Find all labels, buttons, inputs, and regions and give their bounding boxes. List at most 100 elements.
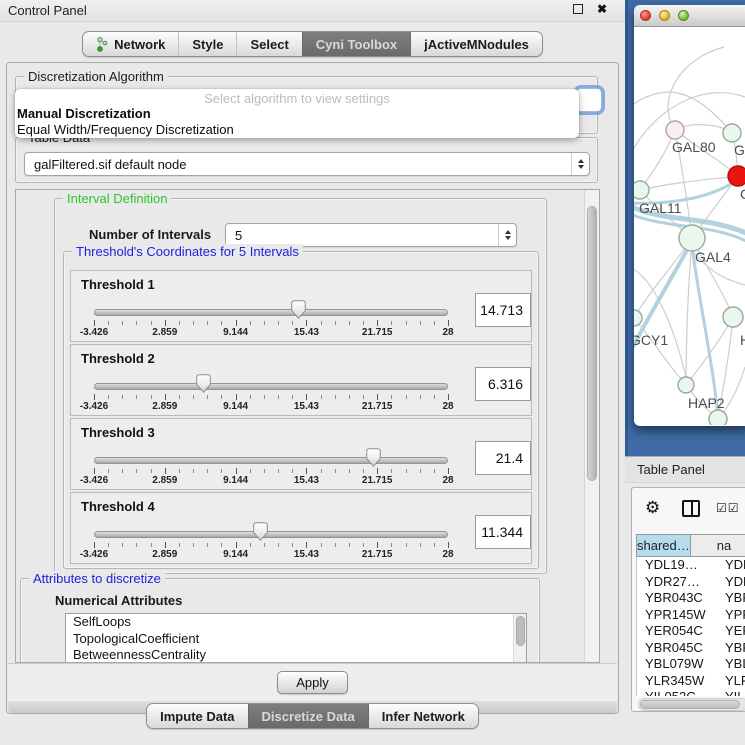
network-node[interactable]	[723, 307, 743, 327]
split-columns-icon[interactable]	[682, 500, 700, 517]
minimize-traffic-light-icon[interactable]	[659, 10, 670, 21]
combobox-stepper-icon[interactable]	[498, 224, 516, 246]
attribute-item[interactable]: BetweennessCentrality	[66, 647, 526, 663]
attributes-group: Attributes to discretize Numerical Attri…	[20, 578, 540, 663]
tab-label: Style	[192, 37, 223, 52]
threshold-slider[interactable]: -3.4262.8599.14415.4321.71528	[94, 271, 448, 343]
thresholds-group: Threshold's Coordinates for 5 Intervals …	[63, 251, 539, 569]
threshold-slider[interactable]: -3.4262.8599.14415.4321.71528	[94, 493, 448, 565]
threshold-value-input[interactable]	[475, 441, 531, 475]
table-cell: YBR0	[711, 640, 745, 657]
dropdown-hint: Select algorithm to view settings	[15, 89, 579, 106]
settings-scrollbar[interactable]	[584, 190, 599, 662]
interval-definition-group: Interval Definition Number of Intervals …	[54, 198, 547, 574]
network-node[interactable]	[723, 124, 741, 142]
table-cell: YBR0	[711, 590, 745, 607]
table-row[interactable]: YLR345WYLR3	[637, 673, 745, 690]
bottom-tab-bar: Impute Data Discretize Data Infer Network	[146, 703, 479, 729]
tab-label: Discretize Data	[262, 709, 355, 724]
tab-discretize-data[interactable]: Discretize Data	[248, 704, 368, 728]
table-row[interactable]: YBR043CYBR0	[637, 590, 745, 607]
network-canvas[interactable]: GAL80GACGAL11GAL4GCY1HHAP2	[634, 27, 745, 425]
select-columns-checkboxes-icon[interactable]: ☑☑	[716, 501, 740, 515]
slider-track[interactable]	[94, 309, 448, 316]
table-data-group: Table Data galFiltered.sif default node	[15, 137, 598, 183]
threshold-slider[interactable]: -3.4262.8599.14415.4321.71528	[94, 419, 448, 491]
attribute-item[interactable]: TopologicalCoefficient	[66, 631, 526, 648]
algorithm-option[interactable]: Equal Width/Frequency Discretization	[15, 122, 579, 138]
slider-handle-icon[interactable]	[196, 374, 211, 393]
slider-handle-icon[interactable]	[291, 300, 306, 319]
network-node[interactable]	[678, 377, 694, 393]
table-row[interactable]: YDL19…YDL1	[637, 557, 745, 574]
slider-ticks	[94, 542, 448, 549]
numerical-attributes-label: Numerical Attributes	[55, 593, 182, 608]
table-panel-header: Table Panel	[625, 456, 745, 483]
table-cell: YDR2	[711, 574, 745, 591]
cyni-toolbox-panel: Discretization Algorithm Select algorith…	[6, 62, 619, 714]
threshold-slider[interactable]: -3.4262.8599.14415.4321.71528	[94, 345, 448, 417]
network-node[interactable]	[666, 121, 684, 139]
numerical-attributes-list[interactable]: SelfLoopsTopologicalCoefficientBetweenne…	[65, 613, 527, 663]
threshold-value-input[interactable]	[475, 293, 531, 327]
slider-handle-icon[interactable]	[366, 448, 381, 467]
slider-tick-labels: -3.4262.8599.14415.4321.71528	[94, 401, 448, 413]
table-row[interactable]: YPR145WYPR1	[637, 607, 745, 624]
table-row[interactable]: YBL079WYBL0	[637, 656, 745, 673]
node-label: H	[740, 332, 745, 348]
tab-network[interactable]: Network	[83, 32, 178, 56]
tab-label: Impute Data	[160, 709, 234, 724]
tab-impute-data[interactable]: Impute Data	[147, 704, 247, 728]
table-cell: YBR045C	[637, 640, 711, 657]
table-row[interactable]: YDR27…YDR2	[637, 574, 745, 591]
zoom-traffic-light-icon[interactable]	[678, 10, 689, 21]
combobox-stepper-icon[interactable]	[571, 153, 589, 175]
column-header-shared-name[interactable]: shared…	[637, 535, 691, 556]
algorithm-option[interactable]: Manual Discretization	[15, 106, 579, 122]
network-node[interactable]	[709, 410, 727, 425]
table-cell: YER0	[711, 623, 745, 640]
network-node[interactable]	[634, 310, 642, 326]
settings-scroll-area: Interval Definition Number of Intervals …	[15, 189, 600, 663]
table-data-combobox[interactable]: galFiltered.sif default node	[24, 152, 590, 176]
node-table-body: YDL19…YDL1YDR27…YDR2YBR043CYBR0YPR145WYP…	[636, 557, 745, 696]
gear-icon[interactable]: ⚙	[645, 499, 660, 516]
apply-button[interactable]: Apply	[277, 671, 348, 694]
tab-style[interactable]: Style	[178, 32, 236, 56]
slider-handle-icon[interactable]	[253, 522, 268, 541]
table-row[interactable]: YIL052CYIL0	[637, 689, 745, 696]
float-window-icon[interactable]	[573, 4, 583, 14]
threshold-panel: Threshold 1 -3.4262.8599.14415.4321.7152…	[70, 270, 532, 342]
slider-ticks	[94, 468, 448, 475]
apply-bar: Apply	[8, 663, 617, 701]
column-header-name[interactable]: na	[691, 535, 745, 556]
threshold-value-input[interactable]	[475, 367, 531, 401]
table-row[interactable]: YBR045CYBR0	[637, 640, 745, 657]
attribute-item[interactable]: SelfLoops	[66, 614, 526, 631]
threshold-value-input[interactable]	[475, 515, 531, 549]
group-title: Discretization Algorithm	[24, 69, 168, 84]
tab-cyni-toolbox[interactable]: Cyni Toolbox	[302, 32, 410, 56]
slider-track[interactable]	[94, 531, 448, 538]
algorithm-combobox[interactable]	[576, 88, 602, 112]
slider-track[interactable]	[94, 383, 448, 390]
slider-track[interactable]	[94, 457, 448, 464]
network-node[interactable]	[634, 181, 649, 199]
table-row[interactable]: YER054CYER0	[637, 623, 745, 640]
close-traffic-light-icon[interactable]	[640, 10, 651, 21]
desktop-background: GAL80GACGAL11GAL4GCY1HHAP2	[625, 0, 745, 456]
close-icon[interactable]: ✖	[597, 4, 607, 14]
threshold-panel: Threshold 3 -3.4262.8599.14415.4321.7152…	[70, 418, 532, 490]
table-cell: YDL1	[711, 557, 745, 574]
network-node[interactable]	[728, 166, 745, 186]
tab-label: Infer Network	[382, 709, 465, 724]
tab-jactivemnodules[interactable]: jActiveMNodules	[410, 32, 542, 56]
network-view-window: GAL80GACGAL11GAL4GCY1HHAP2	[634, 5, 745, 426]
tab-select[interactable]: Select	[236, 32, 301, 56]
attributes-scrollbar[interactable]	[513, 614, 526, 663]
table-horizontal-scrollbar[interactable]	[638, 698, 745, 711]
network-node[interactable]	[679, 225, 705, 251]
slider-tick-labels: -3.4262.8599.14415.4321.71528	[94, 327, 448, 339]
table-cell: YIL0	[711, 689, 745, 696]
tab-infer-network[interactable]: Infer Network	[368, 704, 478, 728]
